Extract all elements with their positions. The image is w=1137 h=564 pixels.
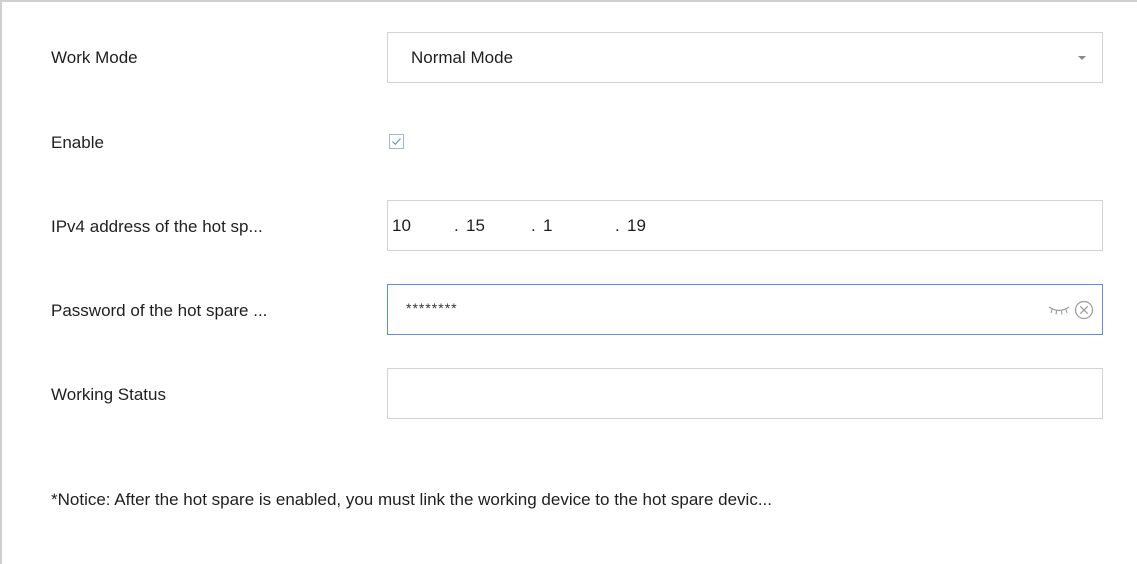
ipv4-octet-2[interactable]: 15 xyxy=(466,216,485,236)
notice-text: *Notice: After the hot spare is enabled,… xyxy=(51,490,773,509)
ipv4-field[interactable]: 10 . 15 . 1 . 19 xyxy=(387,200,1103,251)
clear-icon[interactable] xyxy=(1074,300,1094,320)
ipv4-octet-3[interactable]: 1 xyxy=(543,216,552,236)
password-label: Password of the hot spare ... xyxy=(51,301,268,320)
eye-closed-icon[interactable] xyxy=(1048,303,1070,317)
checkmark-icon xyxy=(392,138,401,146)
working-status-label: Working Status xyxy=(51,385,166,404)
working-status-field xyxy=(387,368,1103,419)
ipv4-separator: . xyxy=(454,216,459,235)
settings-panel: Work Mode Normal Mode Enable IPv4 addres… xyxy=(0,0,1137,564)
ipv4-separator: . xyxy=(615,216,620,235)
password-field[interactable]: ******** xyxy=(387,284,1103,335)
ipv4-octet-4[interactable]: 19 xyxy=(627,216,646,236)
chevron-down-icon xyxy=(1078,56,1086,60)
work-mode-label: Work Mode xyxy=(51,48,138,67)
ipv4-octet-1[interactable]: 10 xyxy=(392,216,411,236)
ipv4-label: IPv4 address of the hot sp... xyxy=(51,217,263,236)
password-value: ******** xyxy=(406,300,458,316)
work-mode-value: Normal Mode xyxy=(411,48,514,67)
ipv4-separator: . xyxy=(531,216,536,235)
enable-checkbox[interactable] xyxy=(389,134,404,149)
work-mode-select[interactable]: Normal Mode xyxy=(387,32,1103,83)
enable-label: Enable xyxy=(51,133,104,152)
